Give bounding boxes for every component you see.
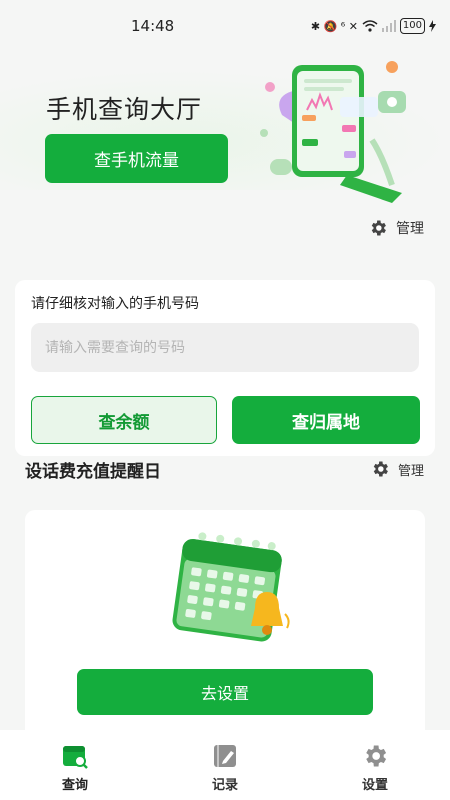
status-bar: 14:48 ✱ 🔕 ⁶ ✕ 100 <box>0 0 450 52</box>
gear-icon <box>371 220 386 236</box>
status-time: 14:48 <box>131 17 175 35</box>
gear-icon <box>373 461 388 477</box>
battery-level: 100 <box>399 18 425 34</box>
manage-link-reminder[interactable]: 管理 <box>370 459 424 479</box>
gear-icon <box>366 745 387 767</box>
tab-records[interactable]: 记录 <box>150 730 300 800</box>
phone-illustration <box>260 61 406 203</box>
status-indicators: ✱ 🔕 ⁶ ✕ <box>310 19 358 33</box>
tab-label: 设置 <box>361 778 388 793</box>
tab-query[interactable]: 查询 <box>0 730 150 800</box>
calendar-search-icon <box>63 746 88 769</box>
check-data-usage-button[interactable]: 查手机流量 <box>45 134 228 183</box>
go-settings-button[interactable]: 去设置 <box>77 669 373 715</box>
tab-label: 记录 <box>211 778 238 793</box>
query-card: 请仔细核对输入的手机号码 查余额 查归属地 <box>15 280 435 456</box>
manage-label: 管理 <box>397 463 424 479</box>
calendar-bell-illustration <box>172 532 290 642</box>
notebook-pen-icon <box>214 745 236 767</box>
page-title: 手机查询大厅 <box>46 95 203 124</box>
manage-label: 管理 <box>396 221 424 237</box>
tab-label: 查询 <box>61 778 88 793</box>
phone-input-hint: 请仔细核对输入的手机号码 <box>31 296 199 312</box>
bottom-tab-bar: 查询 记录 设置 <box>0 730 450 800</box>
tab-settings[interactable]: 设置 <box>300 730 450 800</box>
reminder-card: 去设置 <box>25 510 425 740</box>
wifi-icon <box>362 20 378 32</box>
reminder-section-title: 设话费充值提醒日 <box>25 462 161 482</box>
check-balance-button[interactable]: 查余额 <box>31 396 217 444</box>
phone-number-input[interactable] <box>31 323 419 372</box>
status-icons: ✱ 🔕 ⁶ ✕ 100 <box>311 18 436 34</box>
cell-signal-icon <box>381 20 396 32</box>
check-location-button[interactable]: 查归属地 <box>232 396 420 444</box>
charging-icon <box>429 20 436 32</box>
manage-link-top[interactable]: 管理 <box>368 218 424 238</box>
